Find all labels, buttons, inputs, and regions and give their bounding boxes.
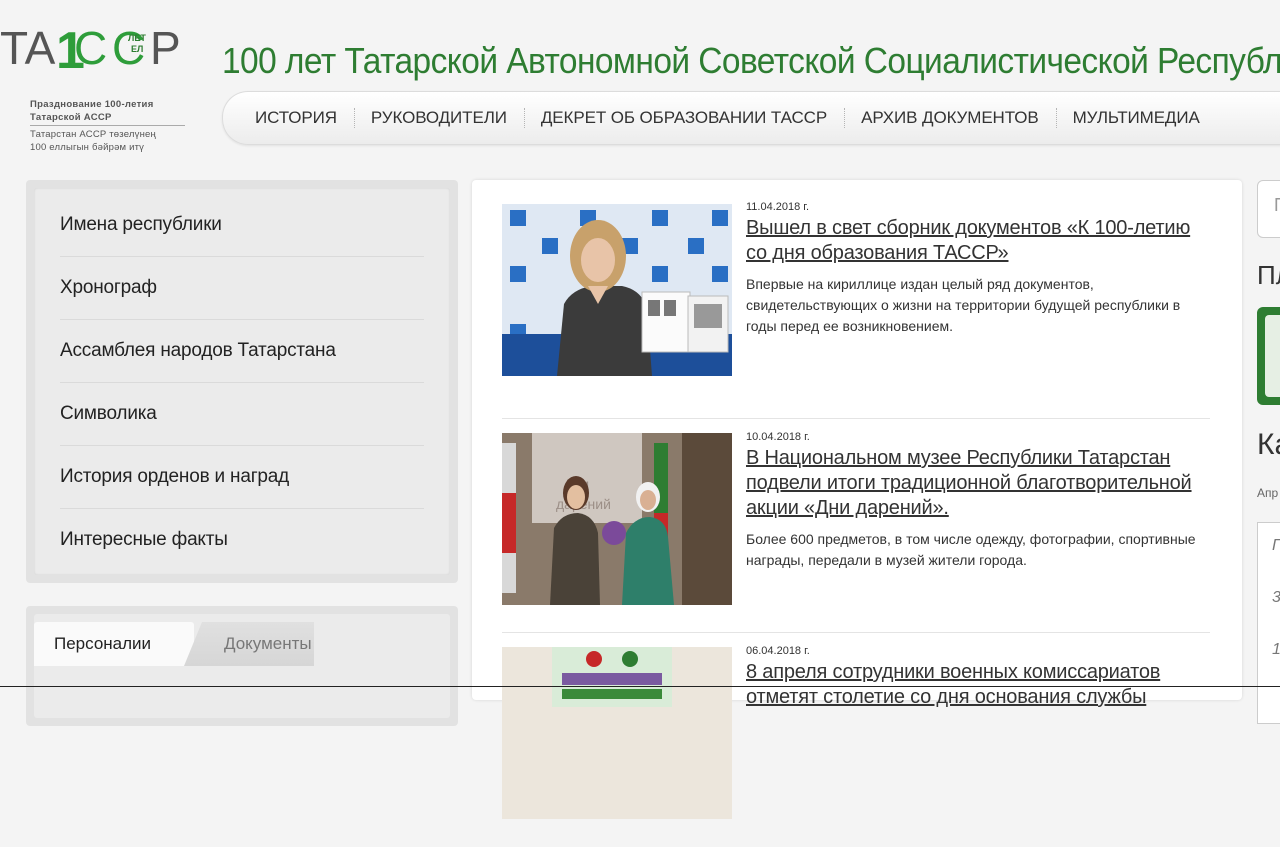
- right-heading: Пл: [1257, 260, 1280, 290]
- sidebar-tabs: Персоналии Документы: [26, 606, 458, 726]
- news-photo-museum: Дни дарений: [502, 433, 732, 605]
- sidebar-item-chronograph[interactable]: Хронограф: [60, 257, 424, 320]
- news-thumbnail[interactable]: Дни дарений: [502, 433, 732, 605]
- logo-caption-ru: Празднование 100-летия Татарской АССР: [30, 99, 154, 123]
- nav-item-history[interactable]: ИСТОРИЯ: [238, 108, 354, 128]
- news-summary: Более 600 предметов, в том числе одежду,…: [746, 531, 1196, 568]
- tab-documents[interactable]: Документы: [184, 622, 314, 666]
- news-feed: 11.04.2018 г. Вышел в свет сборник докум…: [472, 180, 1242, 819]
- nav-item-archive[interactable]: АРХИВ ДОКУМЕНТОВ: [844, 108, 1056, 128]
- sidebar-item-orders-history[interactable]: История орденов и наград: [60, 446, 424, 509]
- news-item: 06.04.2018 г. 8 апреля сотрудники военны…: [502, 632, 1210, 847]
- svg-text:ЕЛ: ЕЛ: [131, 44, 143, 54]
- nav-item-multimedia[interactable]: МУЛЬТИМЕДИА: [1055, 108, 1217, 128]
- calendar-table: П 3 1: [1257, 522, 1280, 724]
- svg-text:ЛЕТ: ЛЕТ: [128, 33, 146, 43]
- calendar-month: Апр: [1257, 486, 1279, 500]
- sidebar-item-republic-names[interactable]: Имена республики: [60, 194, 424, 257]
- site-title: 100 лет Татарской Автономной Советской С…: [222, 40, 1280, 81]
- news-title-link[interactable]: 8 апреля сотрудники военных комиссариато…: [746, 660, 1210, 710]
- svg-text:С: С: [74, 22, 107, 74]
- news-thumbnail[interactable]: [502, 647, 732, 819]
- calendar-heading: Ка: [1257, 428, 1280, 461]
- nav-item-decree[interactable]: ДЕКРЕТ ОБ ОБРАЗОВАНИИ ТАССР: [523, 108, 844, 128]
- news-title-link[interactable]: В Национальном музее Республики Татарста…: [746, 446, 1210, 521]
- right-column: П Пл Ка Апр П 3 1: [1257, 180, 1280, 724]
- news-item: Дни дарений 10.04.2018 г. В Национальном…: [502, 418, 1210, 633]
- news-date: 11.04.2018 г.: [746, 201, 810, 213]
- svg-text:ТА: ТА: [0, 22, 56, 74]
- sidebar-item-facts[interactable]: Интересные факты: [60, 509, 424, 571]
- sidebar-menu: Имена республики Хронограф Ассамблея нар…: [26, 180, 458, 583]
- svg-text:Р: Р: [150, 22, 181, 74]
- promo-banner[interactable]: [1257, 307, 1280, 405]
- site-logo[interactable]: ТА 1 С С ЛЕТ ЕЛ Р Празднование 100-летия…: [0, 18, 200, 153]
- tassr-logo-mark: ТА 1 С С ЛЕТ ЕЛ Р: [0, 22, 181, 80]
- news-title-link[interactable]: Вышел в свет сборник документов «К 100-л…: [746, 216, 1210, 266]
- top-navigation: ИСТОРИЯ РУКОВОДИТЕЛИ ДЕКРЕТ ОБ ОБРАЗОВАН…: [222, 91, 1280, 145]
- news-photo-commissariat: [502, 647, 732, 819]
- sidebar-item-symbols[interactable]: Символика: [60, 383, 424, 446]
- news-date: 10.04.2018 г.: [746, 431, 810, 443]
- news-item: 11.04.2018 г. Вышел в свет сборник докум…: [502, 201, 1210, 418]
- news-date: 06.04.2018 г.: [746, 645, 810, 657]
- sidebar-item-assembly[interactable]: Ассамблея народов Татарстана: [60, 320, 424, 383]
- logo-caption-tt: Татарстан АССР төзелүнең 100 еллыгын бәй…: [30, 129, 156, 153]
- news-thumbnail[interactable]: [502, 204, 732, 376]
- nav-item-leaders[interactable]: РУКОВОДИТЕЛИ: [353, 108, 524, 128]
- tab-persons[interactable]: Персоналии: [34, 622, 194, 666]
- search-input[interactable]: П: [1257, 180, 1280, 238]
- news-photo-press-conference: [502, 204, 732, 376]
- news-summary: Впервые на кириллице издан целый ряд док…: [746, 276, 1181, 334]
- logo-divider: [30, 125, 185, 126]
